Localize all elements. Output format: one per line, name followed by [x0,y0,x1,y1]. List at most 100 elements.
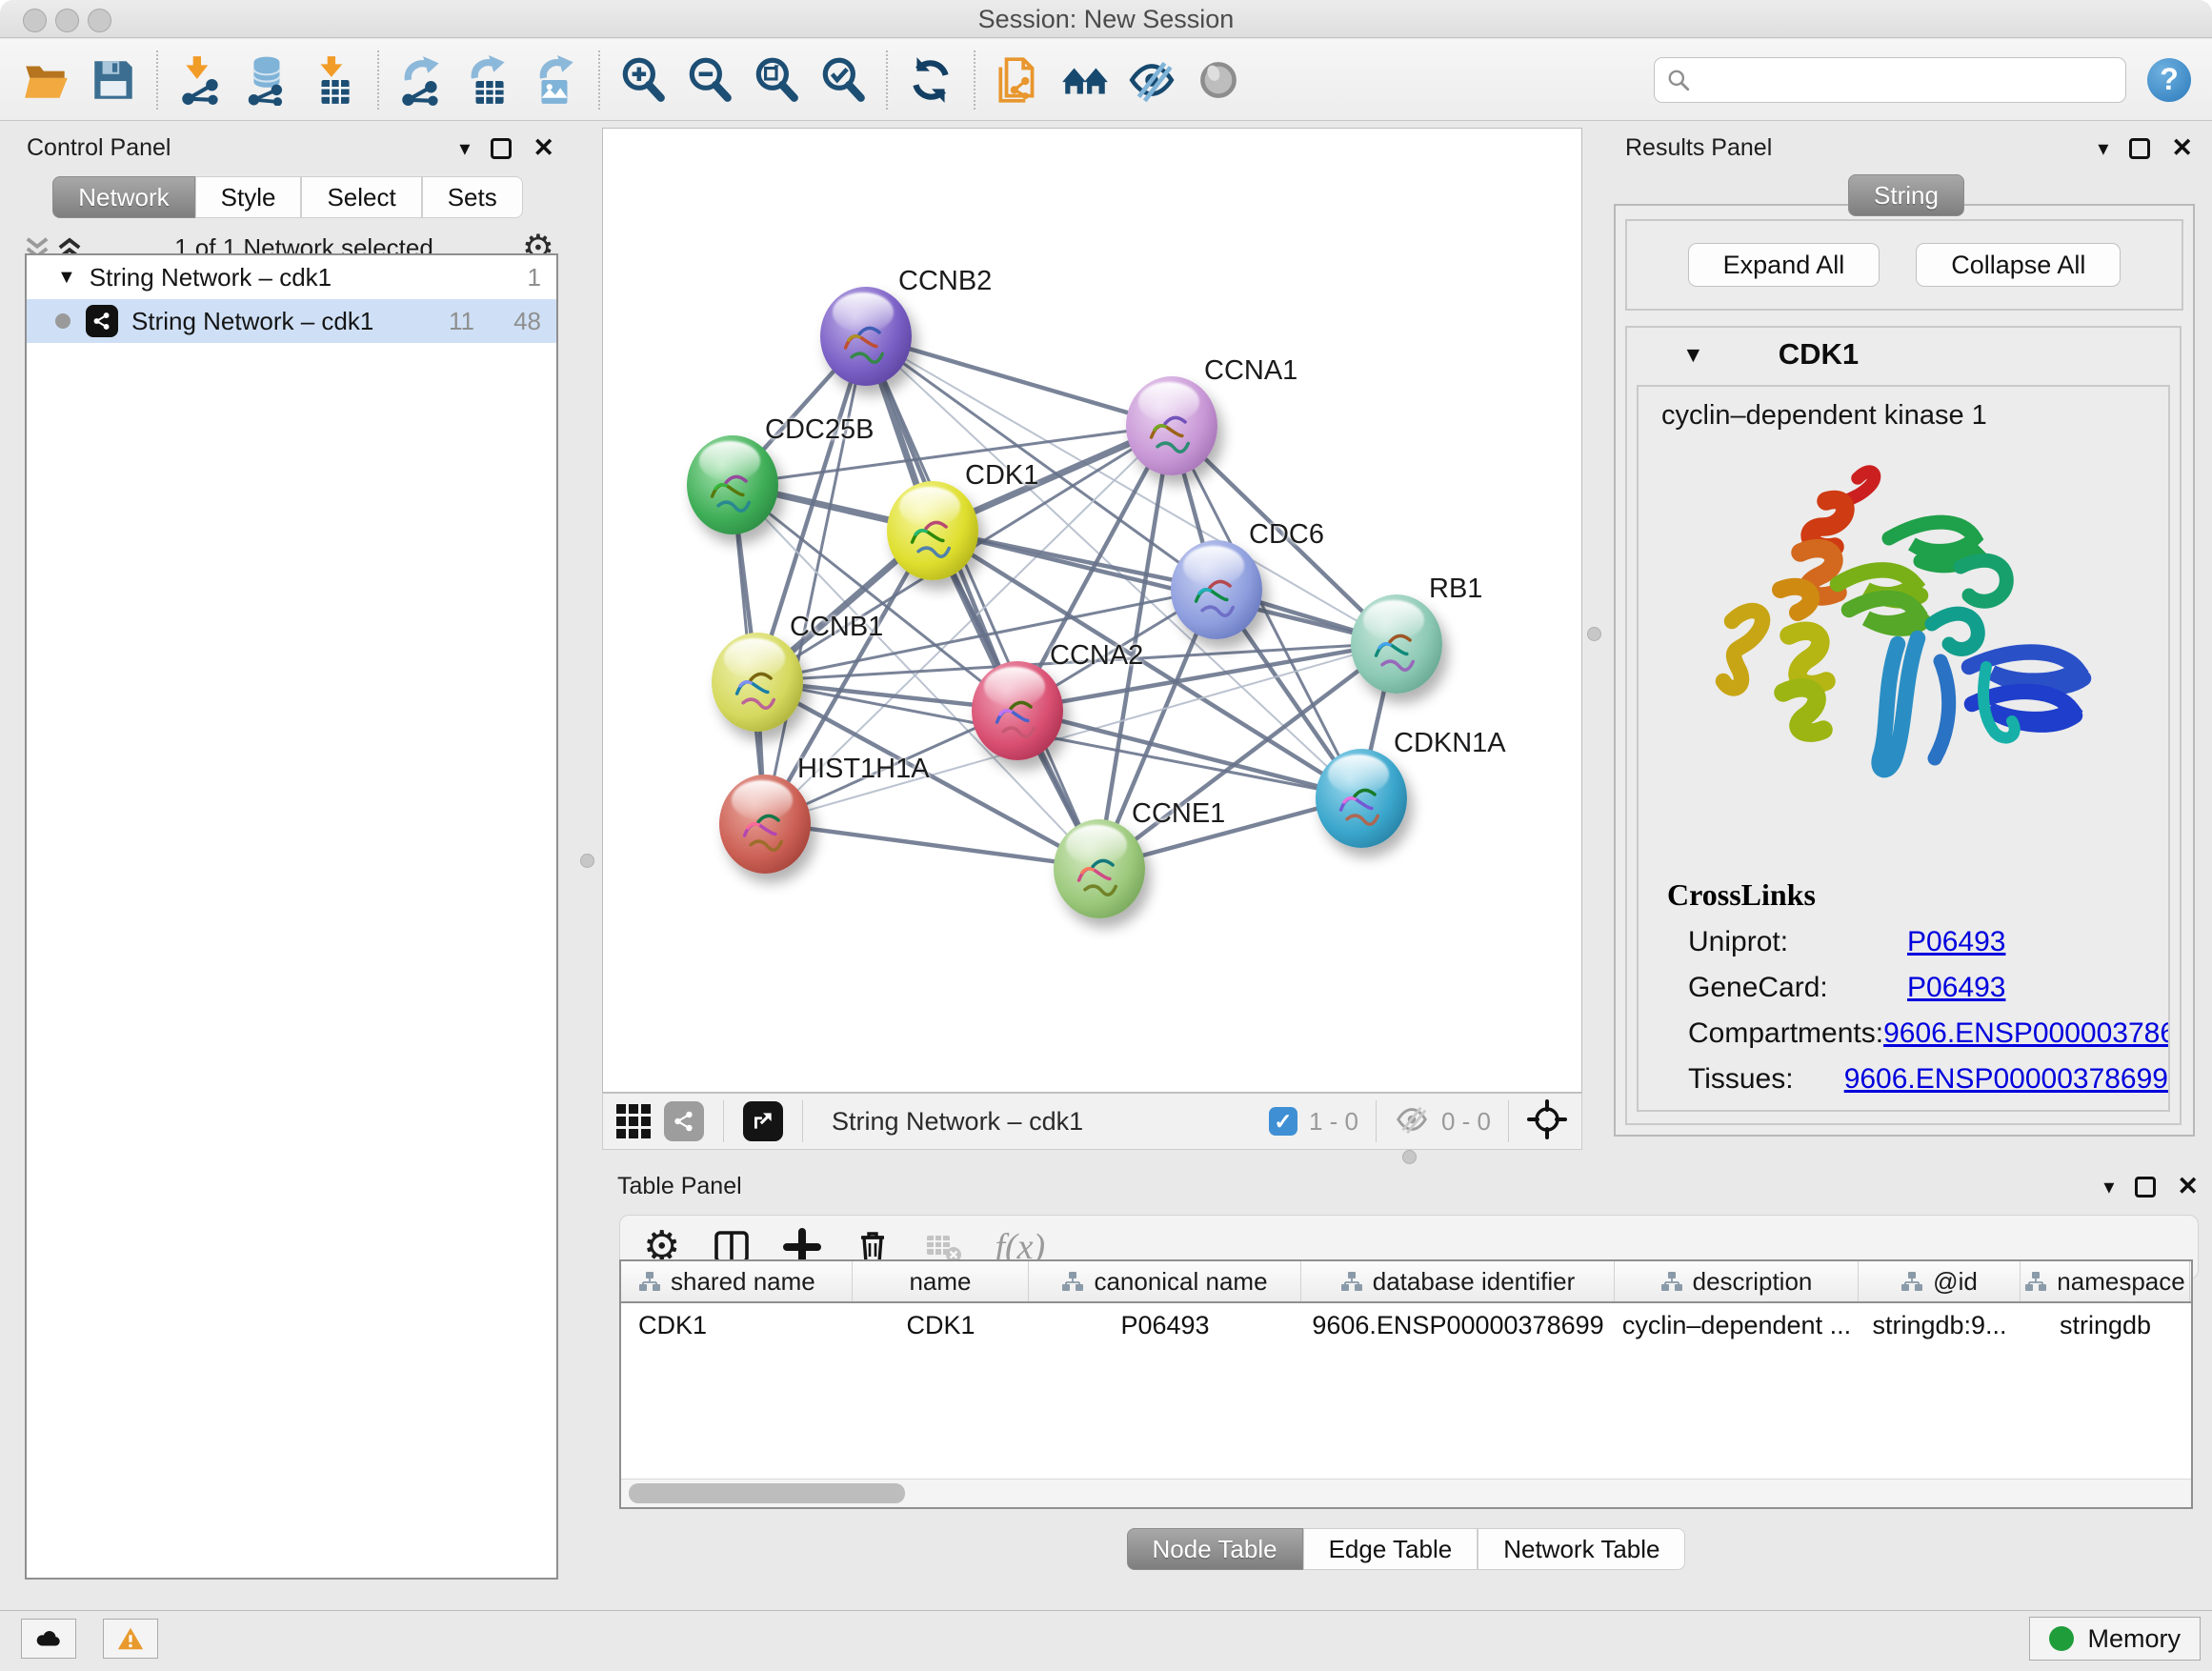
table-horizontal-scrollbar[interactable] [621,1479,2191,1507]
export-image-icon[interactable] [522,47,589,113]
column-header-database-identifier[interactable]: database identifier [1301,1261,1615,1301]
tab-style[interactable]: Style [195,176,302,218]
crosslink-link[interactable]: P06493 [1907,926,2005,958]
application-window: Session: New Session ? Control Panel ▾ ✕ [0,0,2212,1671]
node-CCNE1[interactable] [1054,819,1145,918]
panel-close-icon[interactable]: ✕ [2177,1172,2199,1201]
edge-HIST1H1A-CCNE1[interactable] [765,823,1098,868]
column-header-description[interactable]: description [1615,1261,1859,1301]
table-panel: Table Panel ▾ ✕ ⚙ f(x) shared n [600,1164,2212,1610]
save-session-icon[interactable] [80,47,147,113]
hidden-items-eye-icon[interactable] [1394,1101,1430,1142]
collapse-all-button[interactable]: Collapse All [1916,243,2121,287]
panel-float-icon[interactable] [2129,138,2150,159]
tab-sets[interactable]: Sets [422,176,523,218]
open-session-icon[interactable] [13,47,80,113]
cloud-status-button[interactable] [21,1619,76,1659]
collection-expand-icon[interactable]: ▼ [57,267,76,289]
table-panel-title: Table Panel [617,1173,742,1200]
search-box[interactable] [1654,57,2126,103]
table-cell: CDK1 [621,1303,853,1347]
panel-close-icon[interactable]: ✕ [533,133,554,163]
left-splitter-handle[interactable] [580,854,594,868]
node-CDC25B[interactable] [687,435,778,534]
export-network-icon[interactable] [389,47,455,113]
column-header-name[interactable]: name [853,1261,1029,1301]
node-RB1[interactable] [1351,594,1442,694]
crosslinks-title: CrossLinks [1667,877,2168,913]
string-hide-icon[interactable] [1118,47,1185,113]
scrollbar-thumb[interactable] [629,1483,905,1503]
zoom-selected-icon[interactable] [810,47,876,113]
node-CDKN1A[interactable] [1316,749,1407,848]
tab-select[interactable]: Select [301,176,421,218]
import-network-icon[interactable] [168,47,234,113]
panel-close-icon[interactable]: ✕ [2171,133,2193,163]
zoom-fit-icon[interactable] [743,47,810,113]
fit-selected-crosshair-icon[interactable] [1526,1098,1568,1145]
tab-node-table[interactable]: Node Table [1127,1528,1303,1570]
panel-collapse-icon[interactable]: ▾ [2098,136,2108,161]
zoom-in-icon[interactable] [610,47,676,113]
panel-float-icon[interactable] [491,138,512,159]
gray-eye-icon[interactable] [1185,47,1252,113]
selected-items-checkbox[interactable]: ✓ [1269,1107,1297,1136]
panel-float-icon[interactable] [2135,1177,2156,1198]
detach-view-icon[interactable] [743,1101,783,1141]
panel-collapse-icon[interactable]: ▾ [459,136,470,161]
column-header-canonical-name[interactable]: canonical name [1029,1261,1301,1301]
expand-all-button[interactable]: Expand All [1688,243,1880,287]
column-header-@id[interactable]: @id [1859,1261,2021,1301]
node-CDC6[interactable] [1171,540,1262,639]
node-CDK1[interactable] [887,481,978,580]
tab-network-table[interactable]: Network Table [1478,1528,1685,1570]
string-home-icon[interactable] [1052,47,1118,113]
crosslink-link[interactable]: P06493 [1907,1109,2005,1112]
search-input[interactable] [1691,65,2114,94]
column-header-shared-name[interactable]: shared name [621,1261,853,1301]
entry-collapse-icon[interactable]: ▼ [1682,342,1704,368]
help-button[interactable]: ? [2147,58,2191,102]
network-row-selected[interactable]: String Network – cdk1 11 48 [27,299,556,343]
tab-network[interactable]: Network [52,176,194,218]
node-CCNA1[interactable] [1126,376,1217,475]
crosslink-link[interactable]: 9606.ENSP00000378699 [1883,1017,2170,1050]
clipboard-share-icon[interactable] [985,47,1052,113]
tab-string[interactable]: String [1848,174,1964,216]
right-splitter-handle[interactable] [1587,627,1601,641]
network-view-canvas[interactable]: CCNB2CCNA1CDC25BCDK1CDC6RB1CCNB1CCNA2CDK… [602,128,1582,1093]
edge-CCNB2-CCNA1[interactable] [865,336,1170,426]
column-header-namespace[interactable]: namespace [2021,1261,2190,1301]
node-CCNB1[interactable] [712,633,803,732]
tab-edge-table[interactable]: Edge Table [1303,1528,1478,1570]
import-database-icon[interactable] [234,47,301,113]
network-view-toolbar: String Network – cdk1 ✓ 1 - 0 0 - 0 [602,1093,1582,1150]
network-edges [603,129,1581,1092]
network-share-icon[interactable] [664,1101,704,1141]
zoom-out-icon[interactable] [676,47,743,113]
collection-count: 1 [528,263,541,292]
control-panel-tabs: NetworkStyleSelectSets [11,176,564,218]
node-label-CDK1: CDK1 [965,460,1038,492]
node-label-RB1: RB1 [1429,574,1482,605]
table-row[interactable]: CDK1CDK1P064939606.ENSP00000378699cyclin… [621,1303,2191,1347]
grid-view-icon[interactable] [616,1104,651,1138]
crosslink-link[interactable]: P06493 [1907,972,2005,1004]
memory-button[interactable]: Memory [2029,1617,2201,1661]
refresh-layout-icon[interactable] [897,47,964,113]
toolbar-separator [886,50,888,110]
panel-collapse-icon[interactable]: ▾ [2103,1175,2114,1199]
node-CCNB2[interactable] [820,287,912,386]
table-panel-tabs: Node TableEdge TableNetwork Table [600,1528,2212,1570]
node-CCNA2[interactable] [972,661,1063,760]
crosslink-link[interactable]: 9606.ENSP00000378699 [1844,1063,2168,1096]
edge-CCNB2-CCNE1[interactable] [865,336,1098,868]
crosslink-row: GeneCard:P06493 [1688,972,2168,1004]
edge-CDK1-RB1[interactable] [932,530,1395,643]
network-collection-row[interactable]: ▼ String Network – cdk1 1 [27,255,556,299]
export-table-icon[interactable] [455,47,522,113]
import-table-icon[interactable] [301,47,368,113]
node-HIST1H1A[interactable] [719,775,811,874]
horizontal-splitter-handle[interactable] [1402,1150,1417,1164]
warnings-button[interactable] [103,1619,158,1659]
